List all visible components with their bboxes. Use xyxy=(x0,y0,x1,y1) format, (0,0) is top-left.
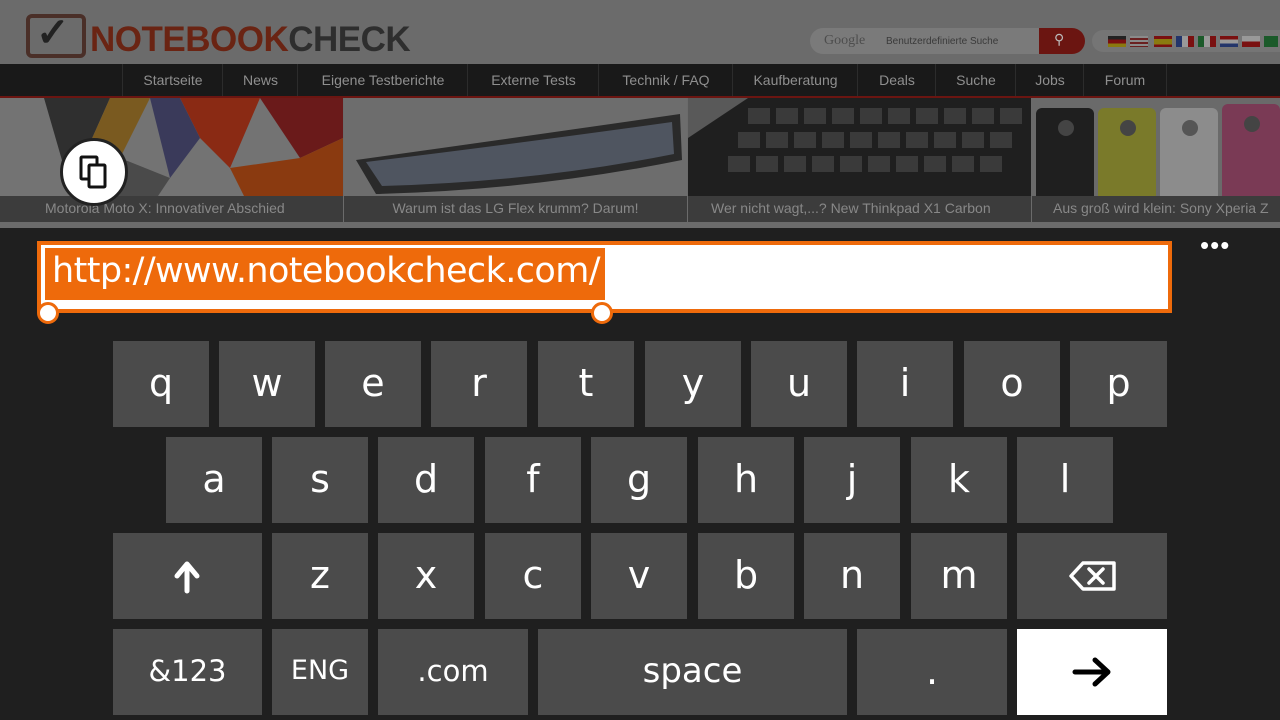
key-c[interactable]: c xyxy=(485,533,581,619)
nav-forum[interactable]: Forum xyxy=(1083,64,1167,96)
tile-caption: Warum ist das LG Flex krumm? Darum! xyxy=(344,196,687,222)
key-r[interactable]: r xyxy=(431,341,527,427)
flag-it-icon[interactable] xyxy=(1198,36,1216,47)
key-u[interactable]: u xyxy=(751,341,847,427)
selection-start-handle[interactable] xyxy=(37,302,59,324)
key-o[interactable]: o xyxy=(964,341,1060,427)
language-key[interactable]: ENG xyxy=(272,629,368,715)
key-t[interactable]: t xyxy=(538,341,634,427)
backspace-icon xyxy=(1069,561,1116,591)
key-l[interactable]: l xyxy=(1017,437,1113,523)
nav-suche[interactable]: Suche xyxy=(935,64,1016,96)
shift-key[interactable] xyxy=(113,533,262,619)
site-navigation: Startseite News Eigene Testberichte Exte… xyxy=(0,64,1280,98)
nav-startseite[interactable]: Startseite xyxy=(122,64,223,96)
language-flags xyxy=(1092,30,1280,52)
article-tile-moto-x[interactable]: Motorola Moto X: Innovativer Abschied xyxy=(0,98,343,222)
flag-pl-icon[interactable] xyxy=(1242,36,1260,47)
more-options-icon[interactable]: ••• xyxy=(1200,232,1250,258)
flag-de-icon[interactable] xyxy=(1108,36,1126,47)
notebookcheck-logo[interactable]: ✓ NOTEBOOKCHECK xyxy=(22,8,442,64)
flag-us-icon[interactable] xyxy=(1130,36,1148,47)
nav-externe-tests[interactable]: Externe Tests xyxy=(467,64,599,96)
key-h[interactable]: h xyxy=(698,437,794,523)
key-z[interactable]: z xyxy=(272,533,368,619)
flag-es-icon[interactable] xyxy=(1154,36,1172,47)
symbols-key[interactable]: &123 xyxy=(113,629,262,715)
flag-fr-icon[interactable] xyxy=(1176,36,1194,47)
key-m[interactable]: m xyxy=(911,533,1007,619)
key-i[interactable]: i xyxy=(857,341,953,427)
webpage-background: ✓ NOTEBOOKCHECK Google Benutzerdefiniert… xyxy=(0,0,1280,228)
enter-key[interactable] xyxy=(1017,629,1167,715)
tile-caption: Wer nicht wagt,...? New Thinkpad X1 Carb… xyxy=(688,196,1031,222)
key-g[interactable]: g xyxy=(591,437,687,523)
key-a[interactable]: a xyxy=(166,437,262,523)
flag-nl-icon[interactable] xyxy=(1220,36,1238,47)
logo-suffix: CHECK xyxy=(288,20,411,59)
key-w[interactable]: w xyxy=(219,341,315,427)
google-search-input[interactable]: Google Benutzerdefinierte Suche xyxy=(810,28,1042,54)
tile-caption: Aus groß wird klein: Sony Xperia Z xyxy=(1032,196,1280,222)
google-brand: Google xyxy=(824,33,866,48)
article-tile-lg-flex[interactable]: Warum ist das LG Flex krumm? Darum! xyxy=(344,98,687,222)
nav-kaufberatung[interactable]: Kaufberatung xyxy=(732,64,858,96)
nav-eigene-testberichte[interactable]: Eigene Testberichte xyxy=(297,64,468,96)
key-q[interactable]: q xyxy=(113,341,209,427)
nav-jobs[interactable]: Jobs xyxy=(1015,64,1084,96)
logo-text: NOTEBOOKCHECK xyxy=(90,20,411,60)
key-v[interactable]: v xyxy=(591,533,687,619)
article-tile-thinkpad[interactable]: Wer nicht wagt,...? New Thinkpad X1 Carb… xyxy=(688,98,1031,222)
search-icon: ⚲ xyxy=(1054,31,1065,47)
search-placeholder: Benutzerdefinierte Suche xyxy=(886,36,999,47)
key-p[interactable]: p xyxy=(1070,341,1167,427)
flag-pt-icon[interactable] xyxy=(1264,36,1278,47)
copy-icon xyxy=(79,155,107,189)
dotcom-key[interactable]: .com xyxy=(378,629,528,715)
key-y[interactable]: y xyxy=(645,341,741,427)
nav-technik-faq[interactable]: Technik / FAQ xyxy=(598,64,733,96)
copy-button[interactable] xyxy=(60,138,128,206)
period-key[interactable]: . xyxy=(857,629,1007,715)
logo-prefix: NOTEBOOK xyxy=(90,20,289,59)
logo-check-icon: ✓ xyxy=(36,11,70,55)
space-key[interactable]: space xyxy=(538,629,847,715)
key-f[interactable]: f xyxy=(485,437,581,523)
key-e[interactable]: e xyxy=(325,341,421,427)
key-k[interactable]: k xyxy=(911,437,1007,523)
arrow-up-icon xyxy=(174,561,200,594)
selection-end-handle[interactable] xyxy=(591,302,613,324)
nav-deals[interactable]: Deals xyxy=(857,64,936,96)
key-n[interactable]: n xyxy=(804,533,900,619)
url-text[interactable]: http://www.notebookcheck.com/ xyxy=(52,251,601,291)
arrow-right-icon xyxy=(1072,657,1111,687)
article-tile-xperia[interactable]: Aus groß wird klein: Sony Xperia Z xyxy=(1032,98,1280,222)
tile-caption: Motorola Moto X: Innovativer Abschied xyxy=(0,196,343,222)
key-x[interactable]: x xyxy=(378,533,474,619)
search-button[interactable]: ⚲ xyxy=(1039,28,1085,54)
key-b[interactable]: b xyxy=(698,533,794,619)
key-d[interactable]: d xyxy=(378,437,474,523)
key-s[interactable]: s xyxy=(272,437,368,523)
nav-news[interactable]: News xyxy=(222,64,298,96)
key-j[interactable]: j xyxy=(804,437,900,523)
backspace-key[interactable] xyxy=(1017,533,1167,619)
